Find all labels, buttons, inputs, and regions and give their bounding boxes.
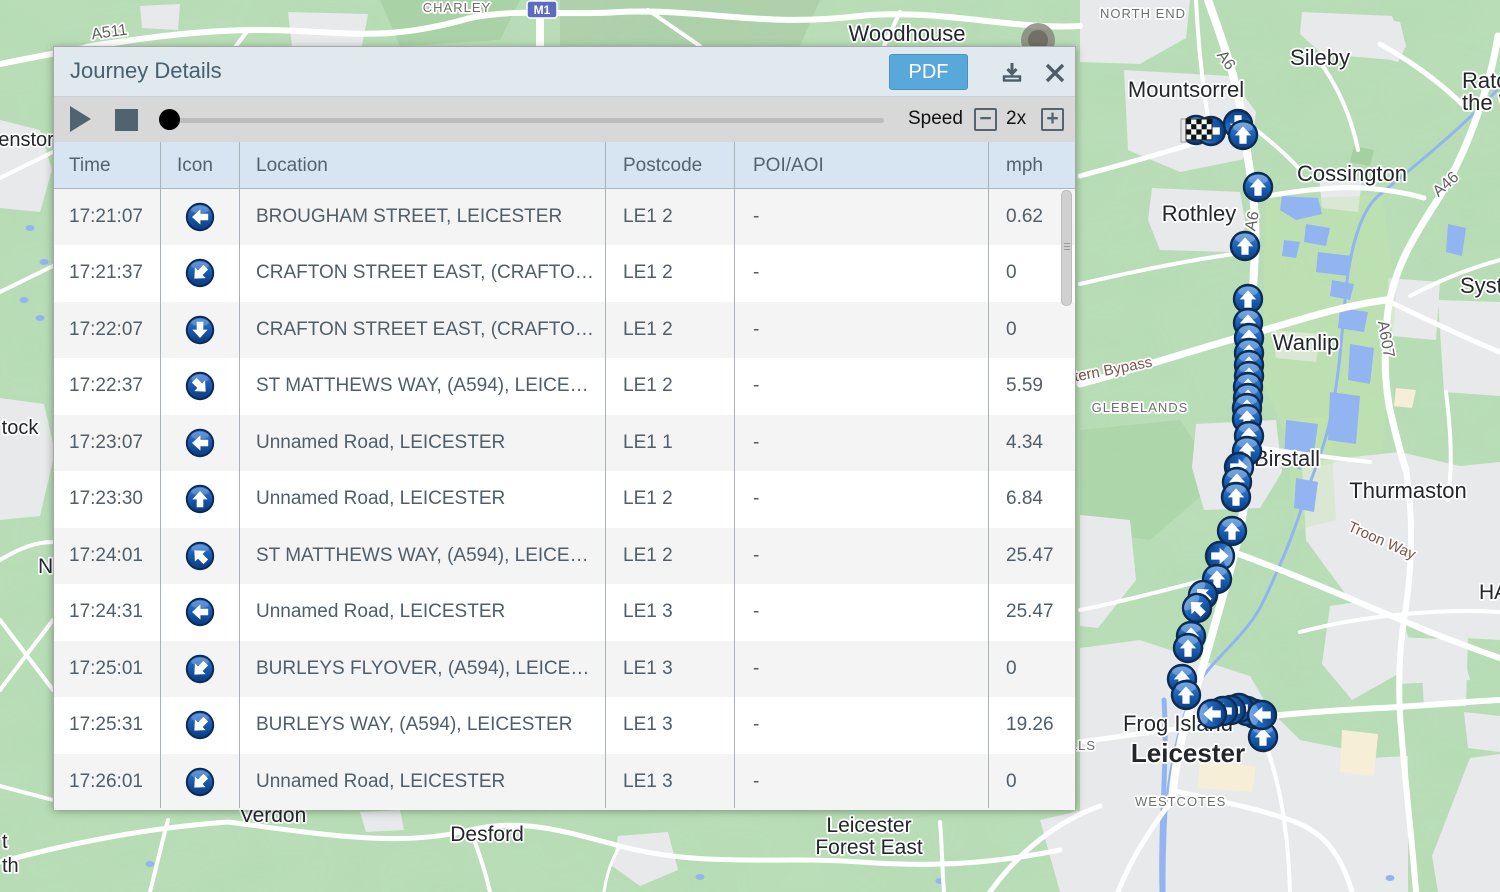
svg-text:Rothley: Rothley — [1162, 201, 1237, 226]
svg-text:Leicester: Leicester — [1131, 738, 1245, 768]
svg-text:Mountsorrel: Mountsorrel — [1128, 77, 1244, 102]
svg-text:HA: HA — [1479, 581, 1500, 604]
svg-text:M1: M1 — [534, 3, 551, 17]
svg-text:the W: the W — [1462, 90, 1500, 115]
svg-text:t: t — [2, 831, 8, 853]
svg-text:tock: tock — [2, 417, 40, 439]
svg-text:th: th — [2, 855, 19, 877]
svg-text:GLEBELANDS: GLEBELANDS — [1092, 400, 1189, 415]
svg-text:WESTCOTES: WESTCOTES — [1135, 794, 1226, 809]
svg-text:Systo: Systo — [1460, 273, 1500, 298]
svg-text:N: N — [38, 555, 53, 578]
svg-text:Wanlip: Wanlip — [1273, 330, 1339, 355]
svg-text:Cossington: Cossington — [1297, 161, 1407, 186]
svg-text:Thurmaston: Thurmaston — [1349, 478, 1466, 503]
svg-text:enstor: enstor — [0, 129, 54, 151]
svg-text:NORTH END: NORTH END — [1100, 6, 1186, 21]
svg-text:Birstall: Birstall — [1254, 446, 1320, 471]
svg-text:CHARLEY: CHARLEY — [423, 0, 491, 15]
svg-text:Desford: Desford — [450, 823, 524, 846]
svg-text:Forest East: Forest East — [815, 836, 923, 859]
svg-text:Leicester: Leicester — [826, 814, 911, 837]
svg-text:Woodhouse: Woodhouse — [848, 21, 965, 46]
svg-text:Sileby: Sileby — [1290, 45, 1350, 70]
